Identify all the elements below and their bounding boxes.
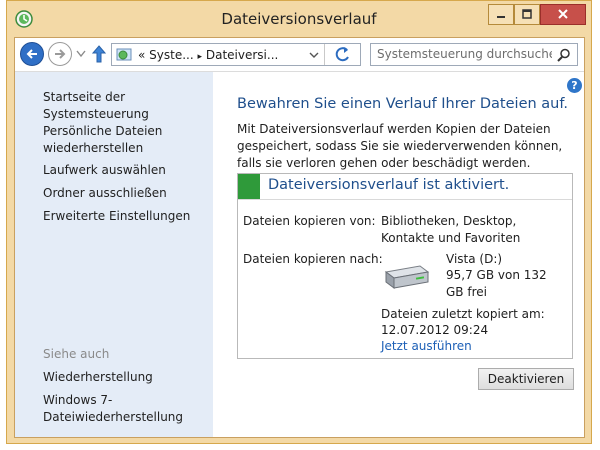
last-copied-label: Dateien zuletzt kopiert am: (381, 307, 545, 321)
refresh-button[interactable] (324, 44, 361, 65)
address-segment[interactable]: Syste... (149, 48, 194, 62)
copy-from-value: Bibliotheken, Desktop, Kontakte und Favo… (381, 214, 521, 245)
minimize-button[interactable] (488, 4, 514, 25)
search-icon[interactable] (557, 48, 571, 62)
recent-locations-icon[interactable] (76, 50, 86, 58)
maximize-button[interactable] (514, 4, 540, 25)
window-frame: Dateiversionsverlauf « Syste... ▸ Dateiv… (6, 0, 592, 444)
minimize-icon (497, 16, 505, 18)
last-copied-value: 12.07.2012 09:24 (381, 323, 489, 337)
see-also-heading: Siehe auch (43, 347, 110, 361)
address-segment[interactable]: Dateiversi... (206, 48, 278, 62)
back-button[interactable] (20, 42, 44, 66)
forward-arrow-icon (55, 49, 66, 59)
address-prefix: « (138, 48, 146, 62)
help-icon[interactable]: ? (567, 78, 582, 93)
title-bar[interactable]: Dateiversionsverlauf (7, 1, 591, 37)
run-now-link[interactable]: Jetzt ausführen (381, 338, 472, 355)
sidebar-item-home[interactable]: Startseite der Systemsteuerung (43, 89, 213, 123)
status-indicator (238, 174, 260, 199)
control-panel-icon (116, 48, 132, 61)
refresh-icon (335, 47, 349, 62)
address-separator[interactable]: ▸ (198, 52, 203, 62)
address-dropdown[interactable] (306, 46, 322, 63)
divider (238, 199, 572, 200)
copy-from-label: Dateien kopieren von: (243, 214, 376, 228)
sidebar-item-select-drive[interactable]: Laufwerk auswählen (43, 162, 166, 179)
sidebar-item-restore-files[interactable]: Persönliche Dateien wiederherstellen (43, 123, 193, 157)
sidebar-item-windows7-recovery[interactable]: Windows 7-Dateiwiederherstellung (43, 392, 183, 426)
sidebar-item-recovery[interactable]: Wiederherstellung (43, 369, 153, 386)
search-box[interactable] (370, 43, 578, 66)
deactivate-button[interactable]: Deaktivieren (478, 368, 574, 390)
status-title: Dateiversionsverlauf ist aktiviert. (268, 177, 510, 193)
window-content: « Syste... ▸ Dateiversi... Startseite de… (14, 37, 585, 438)
forward-button[interactable] (48, 42, 72, 66)
close-icon (558, 9, 568, 19)
maximize-icon (522, 9, 532, 19)
status-panel: Dateiversionsverlauf ist aktiviert. Date… (237, 173, 573, 359)
hard-drive-icon (384, 265, 430, 289)
copy-to-label: Dateien kopieren nach: (243, 252, 383, 266)
up-arrow-icon[interactable] (92, 45, 106, 63)
address-bar[interactable]: « Syste... ▸ Dateiversi... (111, 43, 361, 66)
sidebar-item-exclude-folders[interactable]: Ordner ausschließen (43, 185, 167, 202)
chevron-down-icon (309, 52, 319, 58)
sidebar: Startseite der Systemsteuerung Persönlic… (15, 72, 213, 437)
back-arrow-icon (26, 49, 37, 59)
navigation-bar: « Syste... ▸ Dateiversi... (15, 38, 584, 72)
address-path: « Syste... ▸ Dateiversi... (138, 48, 278, 62)
page-title: Bewahren Sie einen Verlauf Ihrer Dateien… (237, 96, 569, 112)
page-description: Mit Dateiversionsverlauf werden Kopien d… (237, 122, 563, 170)
close-button[interactable] (540, 4, 586, 25)
search-input[interactable] (377, 46, 552, 62)
sidebar-item-advanced-settings[interactable]: Erweiterte Einstellungen (43, 208, 190, 225)
drive-space: 95,7 GB von 132 GB frei (446, 268, 547, 299)
drive-name: Vista (D:) (446, 252, 503, 266)
